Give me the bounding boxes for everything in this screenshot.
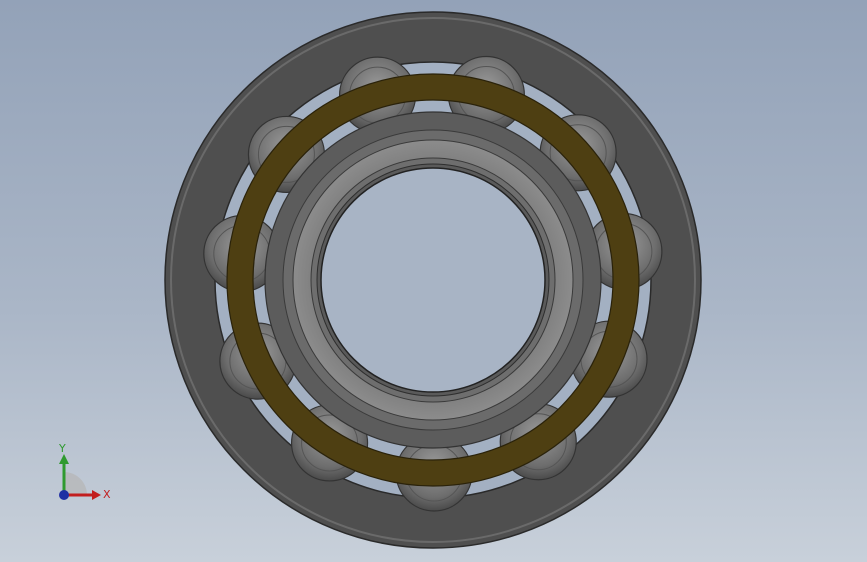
bearing-model[interactable] — [0, 0, 867, 562]
y-axis-label: Y — [58, 442, 66, 455]
z-axis-dot-icon — [59, 490, 69, 500]
x-axis-label: X — [103, 488, 111, 501]
inner-ring-bore — [320, 167, 546, 393]
x-axis-arrow-icon — [92, 490, 101, 500]
graphics-viewport[interactable]: Y X — [0, 0, 867, 562]
y-axis-arrow-icon — [59, 454, 69, 464]
axis-triad: Y X — [58, 442, 111, 501]
